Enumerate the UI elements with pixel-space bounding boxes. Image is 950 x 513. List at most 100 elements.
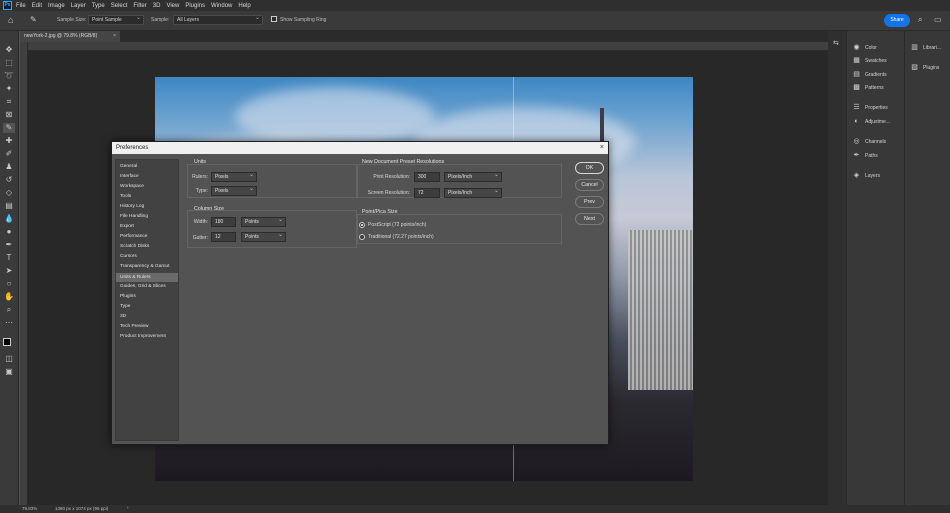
marquee-tool-icon[interactable]: ⬚ bbox=[3, 58, 15, 68]
panel-layers[interactable]: ◈ Layers bbox=[853, 172, 880, 179]
menu-image[interactable]: Image bbox=[48, 3, 65, 9]
crop-tool-icon[interactable]: ⌗ bbox=[3, 97, 15, 107]
blur-tool-icon[interactable]: 💧 bbox=[3, 214, 15, 224]
ok-button[interactable]: OK bbox=[575, 162, 604, 174]
status-arrow-icon[interactable]: › bbox=[127, 505, 129, 510]
eraser-tool-icon[interactable]: ◇ bbox=[3, 188, 15, 198]
type-select[interactable]: Pixels bbox=[211, 186, 257, 196]
screen-mode-icon[interactable]: ▣ bbox=[3, 367, 15, 377]
category-performance[interactable]: Performance bbox=[120, 234, 147, 239]
category-export[interactable]: Export bbox=[120, 224, 134, 229]
pen-tool-icon[interactable]: ✒ bbox=[3, 240, 15, 250]
panel-color[interactable]: ◉ Color bbox=[853, 44, 877, 51]
rulers-select[interactable]: Pixels bbox=[211, 172, 257, 182]
menu-file[interactable]: File bbox=[16, 3, 26, 9]
horizontal-ruler[interactable] bbox=[28, 42, 828, 51]
hand-tool-icon[interactable]: ✋ bbox=[3, 292, 15, 302]
prev-button[interactable]: Prev bbox=[575, 196, 604, 208]
zoom-level[interactable]: 79.83% bbox=[22, 506, 37, 511]
category-guides-grid-slices[interactable]: Guides, Grid & Slices bbox=[120, 284, 166, 289]
quick-select-tool-icon[interactable]: ✦ bbox=[3, 84, 15, 94]
vertical-ruler[interactable] bbox=[20, 42, 28, 505]
traditional-label[interactable]: Traditional (72.27 points/inch) bbox=[368, 234, 434, 240]
screen-resolution-unit-select[interactable]: Pixels/Inch bbox=[444, 188, 502, 198]
panel-properties[interactable]: ☰ Properties bbox=[853, 104, 887, 111]
menu-select[interactable]: Select bbox=[111, 3, 128, 9]
home-icon[interactable]: ⌂ bbox=[8, 15, 13, 25]
category-interface[interactable]: Interface bbox=[120, 174, 139, 179]
postscript-label[interactable]: PostScript (72 points/inch) bbox=[368, 222, 426, 228]
screen-resolution-input[interactable]: 72 bbox=[414, 188, 440, 198]
close-icon[interactable]: × bbox=[600, 142, 604, 154]
type-tool-icon[interactable]: T bbox=[3, 253, 15, 263]
stamp-tool-icon[interactable]: ♟ bbox=[3, 162, 15, 172]
category-transparency-gamut[interactable]: Transparency & Gamut bbox=[120, 264, 169, 269]
width-unit-select[interactable]: Points bbox=[241, 217, 286, 227]
lasso-tool-icon[interactable]: ➰ bbox=[3, 71, 15, 81]
more-tools-icon[interactable]: ⋯ bbox=[3, 318, 15, 328]
zoom-tool-icon[interactable]: ⌕ bbox=[3, 305, 15, 315]
menu-type[interactable]: Type bbox=[92, 3, 105, 9]
print-resolution-input[interactable]: 300 bbox=[414, 172, 440, 182]
sample-select[interactable]: All Layers bbox=[173, 15, 263, 25]
history-brush-icon[interactable]: ↺ bbox=[3, 175, 15, 185]
menu-help[interactable]: Help bbox=[238, 3, 250, 9]
category-product-improvement[interactable]: Product Improvement bbox=[120, 334, 166, 339]
cancel-button[interactable]: Cancel bbox=[575, 179, 604, 191]
panel-libraries[interactable]: ▥ Librari... bbox=[911, 44, 941, 51]
menu-filter[interactable]: Filter bbox=[133, 3, 146, 9]
sample-size-select[interactable]: Point Sample bbox=[88, 15, 144, 25]
traditional-radio[interactable] bbox=[359, 234, 365, 240]
category-history-log[interactable]: History Log bbox=[120, 204, 144, 209]
panel-gradients[interactable]: ▤ Gradients bbox=[853, 71, 887, 78]
category-general[interactable]: General bbox=[120, 164, 137, 169]
category-type[interactable]: Type bbox=[120, 304, 130, 309]
dodge-tool-icon[interactable]: ● bbox=[3, 227, 15, 237]
search-icon[interactable]: ⌕ bbox=[918, 15, 922, 25]
menu-window[interactable]: Window bbox=[211, 3, 232, 9]
document-tab[interactable]: newYork-2.jpg @ 79.8% (RGB/8) × bbox=[20, 31, 120, 42]
panel-channels[interactable]: ◎ Channels bbox=[853, 138, 886, 145]
share-button[interactable]: Share bbox=[884, 14, 910, 27]
show-ring-checkbox[interactable] bbox=[271, 16, 277, 22]
gutter-unit-select[interactable]: Points bbox=[241, 232, 286, 242]
shape-tool-icon[interactable]: ○ bbox=[3, 279, 15, 289]
gradient-tool-icon[interactable]: ▤ bbox=[3, 201, 15, 211]
menu-3d[interactable]: 3D bbox=[153, 3, 161, 9]
category-tools[interactable]: Tools bbox=[120, 194, 131, 199]
category-cursors[interactable]: Cursors bbox=[120, 254, 137, 259]
category-units-rulers[interactable]: Units & Rulers bbox=[116, 273, 178, 282]
panel-paths[interactable]: ✒ Paths bbox=[853, 152, 878, 159]
menu-edit[interactable]: Edit bbox=[32, 3, 42, 9]
category-plugins[interactable]: Plugins bbox=[120, 294, 136, 299]
panel-patterns[interactable]: ▩ Patterns bbox=[853, 84, 883, 91]
category-tech-preview[interactable]: Tech Preview bbox=[120, 324, 149, 329]
eyedropper-icon[interactable]: ✎ bbox=[30, 15, 37, 24]
move-tool-icon[interactable]: ✥ bbox=[3, 45, 15, 55]
category-file-handling[interactable]: File Handling bbox=[120, 214, 148, 219]
next-button[interactable]: Next bbox=[575, 213, 604, 225]
path-select-icon[interactable]: ➤ bbox=[3, 266, 15, 276]
panel-plugins[interactable]: ▧ Plugins bbox=[911, 64, 939, 71]
width-input[interactable]: 180 bbox=[211, 217, 236, 227]
panel-adjustments[interactable]: ◐ Adjustme... bbox=[853, 118, 890, 125]
gutter-input[interactable]: 12 bbox=[211, 232, 236, 242]
workspace-icon[interactable]: ▭ bbox=[934, 15, 942, 24]
panel-toggle-icon[interactable]: ⇆ bbox=[833, 39, 839, 47]
menu-view[interactable]: View bbox=[166, 3, 179, 9]
healing-tool-icon[interactable]: ✚ bbox=[3, 136, 15, 146]
category-workspace[interactable]: Workspace bbox=[120, 184, 144, 189]
category-scratch-disks[interactable]: Scratch Disks bbox=[120, 244, 149, 249]
foreground-color-swatch[interactable] bbox=[3, 338, 11, 346]
print-resolution-unit-select[interactable]: Pixels/Inch bbox=[444, 172, 502, 182]
category-3d[interactable]: 3D bbox=[120, 314, 126, 319]
menu-plugins[interactable]: Plugins bbox=[185, 3, 205, 9]
brush-tool-icon[interactable]: ✐ bbox=[3, 149, 15, 159]
postscript-radio[interactable] bbox=[359, 222, 365, 228]
menu-layer[interactable]: Layer bbox=[71, 3, 86, 9]
panel-swatches[interactable]: ▦ Swatches bbox=[853, 57, 887, 64]
quick-mask-icon[interactable]: ◫ bbox=[3, 354, 15, 364]
eyedropper-tool-icon[interactable]: ✎ bbox=[3, 123, 15, 133]
close-tab-icon[interactable]: × bbox=[113, 31, 116, 42]
frame-tool-icon[interactable]: ⊠ bbox=[3, 110, 15, 120]
